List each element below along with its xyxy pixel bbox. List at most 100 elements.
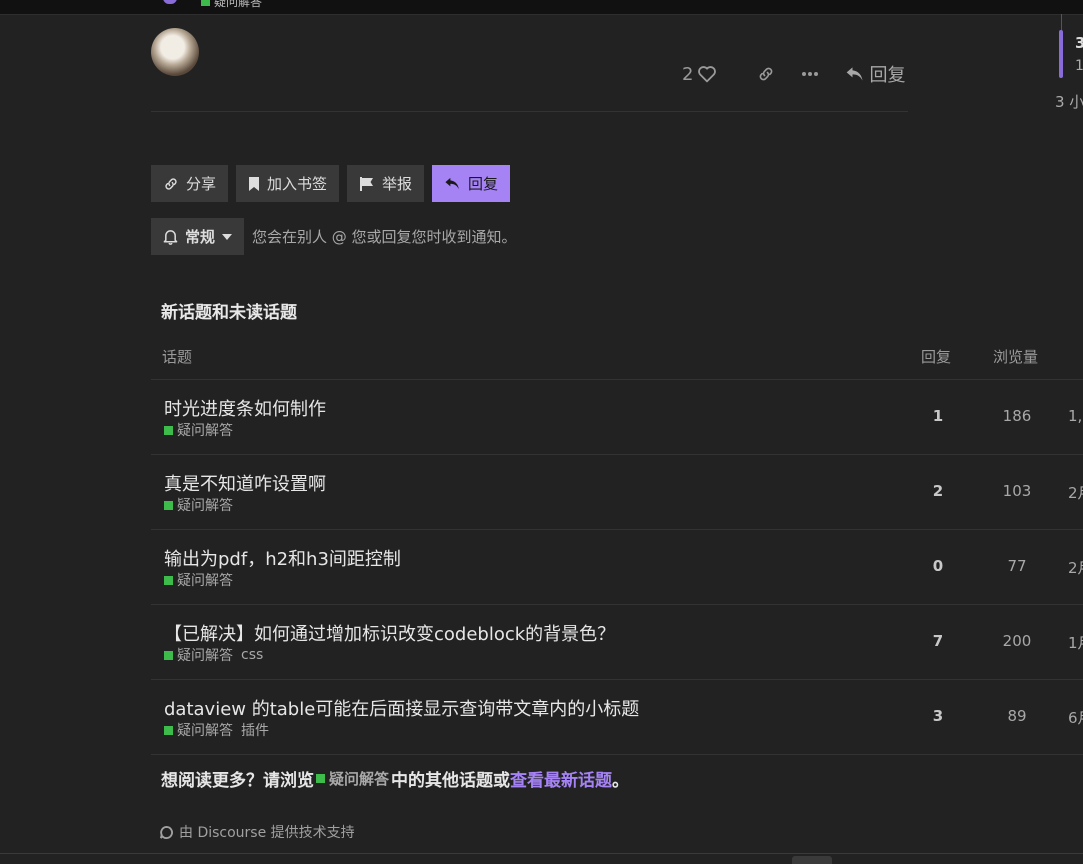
latest-topics-link[interactable]: 查看最新话题 bbox=[510, 766, 612, 791]
topic-activity[interactable]: 6月 bbox=[1068, 707, 1083, 728]
topic-category-label: 疑问解答 bbox=[177, 648, 233, 664]
topic-row: 【已解决】如何通过增加标识改变codeblock的背景色？ 疑问解答 css 7… bbox=[151, 605, 1083, 680]
notification-level-dropdown[interactable]: 常规 bbox=[151, 218, 245, 255]
topic-title-link[interactable]: 输出为pdf，h2和h3间距控制 bbox=[164, 545, 401, 571]
flag-button[interactable]: 举报 bbox=[347, 165, 425, 202]
bookmark-icon bbox=[248, 176, 260, 192]
powered-by-discourse[interactable]: 由 Discourse 提供技术支持 bbox=[160, 822, 355, 842]
topic-reply-count: 1 bbox=[932, 407, 944, 425]
topic-reply-label: 回复 bbox=[468, 175, 499, 193]
topic-view-count: 186 bbox=[1002, 407, 1032, 425]
category-color-square bbox=[164, 425, 173, 435]
share-button[interactable]: 分享 bbox=[151, 165, 229, 202]
topic-tag[interactable]: 插件 bbox=[241, 720, 269, 740]
category-color-square bbox=[201, 0, 210, 6]
flag-label: 举报 bbox=[382, 175, 413, 193]
topic-reply-count: 2 bbox=[932, 482, 944, 500]
flag-icon bbox=[359, 176, 375, 192]
topic-category-label: 疑问解答 bbox=[177, 723, 233, 739]
notification-level-label: 常规 bbox=[185, 228, 216, 246]
timeline-position: 3 bbox=[1075, 34, 1083, 52]
column-header-replies[interactable]: 回复 bbox=[921, 346, 951, 367]
category-color-square bbox=[316, 774, 325, 783]
topic-tag[interactable]: css bbox=[241, 647, 263, 663]
heart-icon bbox=[697, 65, 717, 83]
topic-row: 输出为pdf，h2和h3间距控制 疑问解答 0 77 2月 bbox=[151, 530, 1083, 605]
more-topics-prefix: 想阅读更多？请浏览 bbox=[161, 771, 314, 791]
topic-title-link[interactable]: 【已解决】如何通过增加标识改变codeblock的背景色？ bbox=[164, 620, 615, 646]
topic-category-badge[interactable]: 疑问解答 bbox=[164, 570, 233, 590]
site-logo-icon[interactable] bbox=[163, 0, 177, 4]
topic-footer-buttons: 分享 加入书签 举报 回复 bbox=[151, 165, 511, 202]
topic-category-badge[interactable]: 疑问解答 插件 bbox=[164, 720, 269, 740]
column-header-topic[interactable]: 话题 bbox=[162, 346, 192, 367]
link-icon bbox=[163, 176, 179, 192]
timeline-total: 1 bbox=[1075, 58, 1083, 74]
suggested-topics-title: 新话题和未读话题 bbox=[161, 303, 297, 323]
header-category-badge[interactable]: 疑问解答 bbox=[201, 0, 262, 10]
post-author-avatar[interactable] bbox=[151, 28, 199, 76]
timeline-scroller-handle[interactable] bbox=[1059, 30, 1063, 78]
topic-view-count: 89 bbox=[1007, 707, 1027, 725]
topic-activity[interactable]: 2月 bbox=[1068, 557, 1083, 578]
notification-controls: 常规 您会在别人 @ 您或回复您时收到通知。 bbox=[151, 218, 517, 255]
topic-view-count: 200 bbox=[1002, 632, 1032, 650]
topic-category-label: 疑问解答 bbox=[177, 573, 233, 589]
ellipsis-icon bbox=[801, 71, 819, 77]
bottom-divider bbox=[0, 853, 1083, 854]
bottom-tab-fragment bbox=[792, 856, 832, 864]
post-reply-button[interactable]: 回复 bbox=[845, 61, 905, 87]
topic-title-link[interactable]: dataview 的table可能在后面接显示查询带文章内的小标题 bbox=[164, 695, 639, 721]
topic-activity[interactable]: 2月 bbox=[1068, 482, 1083, 503]
discourse-logo-icon bbox=[160, 825, 173, 839]
top-header: 疑问解答 bbox=[0, 0, 1083, 15]
more-topics-message: 想阅读更多？请浏览 疑问解答 中的其他话题或 查看最新话题 。 bbox=[161, 766, 629, 791]
topic-category-badge[interactable]: 疑问解答 bbox=[164, 495, 233, 515]
category-color-square bbox=[164, 575, 173, 585]
copy-link-button[interactable] bbox=[757, 65, 775, 83]
post-actions: 2 回复 bbox=[660, 60, 905, 88]
bookmark-button[interactable]: 加入书签 bbox=[236, 165, 340, 202]
topic-category-label: 疑问解答 bbox=[177, 423, 233, 439]
topic-reply-count: 7 bbox=[932, 632, 944, 650]
bookmark-label: 加入书签 bbox=[267, 175, 328, 193]
show-more-button[interactable] bbox=[801, 71, 819, 77]
topic-category-badge[interactable]: 疑问解答 css bbox=[164, 645, 263, 665]
column-header-views[interactable]: 浏览量 bbox=[993, 346, 1038, 367]
topic-category-label: 疑问解答 bbox=[177, 498, 233, 514]
topic-row: 真是不知道咋设置啊 疑问解答 2 103 2月 bbox=[151, 455, 1083, 530]
topic-view-count: 103 bbox=[1002, 482, 1032, 500]
header-category-label: 疑问解答 bbox=[214, 0, 263, 9]
post-divider bbox=[151, 111, 908, 112]
caret-down-icon bbox=[222, 233, 233, 240]
topic-activity[interactable]: 1, bbox=[1068, 407, 1082, 425]
topic-category-badge[interactable]: 疑问解答 bbox=[164, 420, 233, 440]
topic-activity[interactable]: 1月 bbox=[1068, 632, 1083, 653]
more-topics-category-label: 疑问解答 bbox=[329, 770, 390, 788]
category-color-square bbox=[164, 500, 173, 510]
topic-title-link[interactable]: 真是不知道咋设置啊 bbox=[164, 470, 326, 496]
topic-reply-count: 3 bbox=[932, 707, 944, 725]
more-topics-middle: 中的其他话题或 bbox=[391, 771, 511, 791]
timeline-date: 3 小 bbox=[1055, 93, 1083, 111]
more-topics-suffix: 。 bbox=[612, 771, 630, 791]
reply-icon bbox=[845, 65, 865, 83]
like-button[interactable]: 2 bbox=[682, 64, 721, 85]
share-label: 分享 bbox=[186, 175, 217, 193]
topic-row: dataview 的table可能在后面接显示查询带文章内的小标题 疑问解答 插… bbox=[151, 680, 1083, 755]
notification-description: 您会在别人 @ 您或回复您时收到通知。 bbox=[252, 228, 517, 246]
powered-by-label: 由 Discourse 提供技术支持 bbox=[179, 825, 355, 841]
topic-list-header: 话题 回复 浏览量 bbox=[151, 344, 1083, 380]
topic-reply-count: 0 bbox=[932, 557, 944, 575]
more-topics-category-link[interactable]: 疑问解答 bbox=[316, 768, 389, 789]
category-color-square bbox=[164, 725, 173, 735]
topic-reply-button[interactable]: 回复 bbox=[432, 165, 511, 202]
topic-title-link[interactable]: 时光进度条如何制作 bbox=[164, 395, 326, 421]
link-icon bbox=[757, 65, 775, 83]
reply-icon bbox=[444, 176, 461, 191]
topic-view-count: 77 bbox=[1007, 557, 1027, 575]
like-count: 2 bbox=[682, 63, 694, 85]
bell-icon bbox=[163, 229, 178, 245]
post-reply-label: 回复 bbox=[869, 65, 906, 86]
category-color-square bbox=[164, 650, 173, 660]
